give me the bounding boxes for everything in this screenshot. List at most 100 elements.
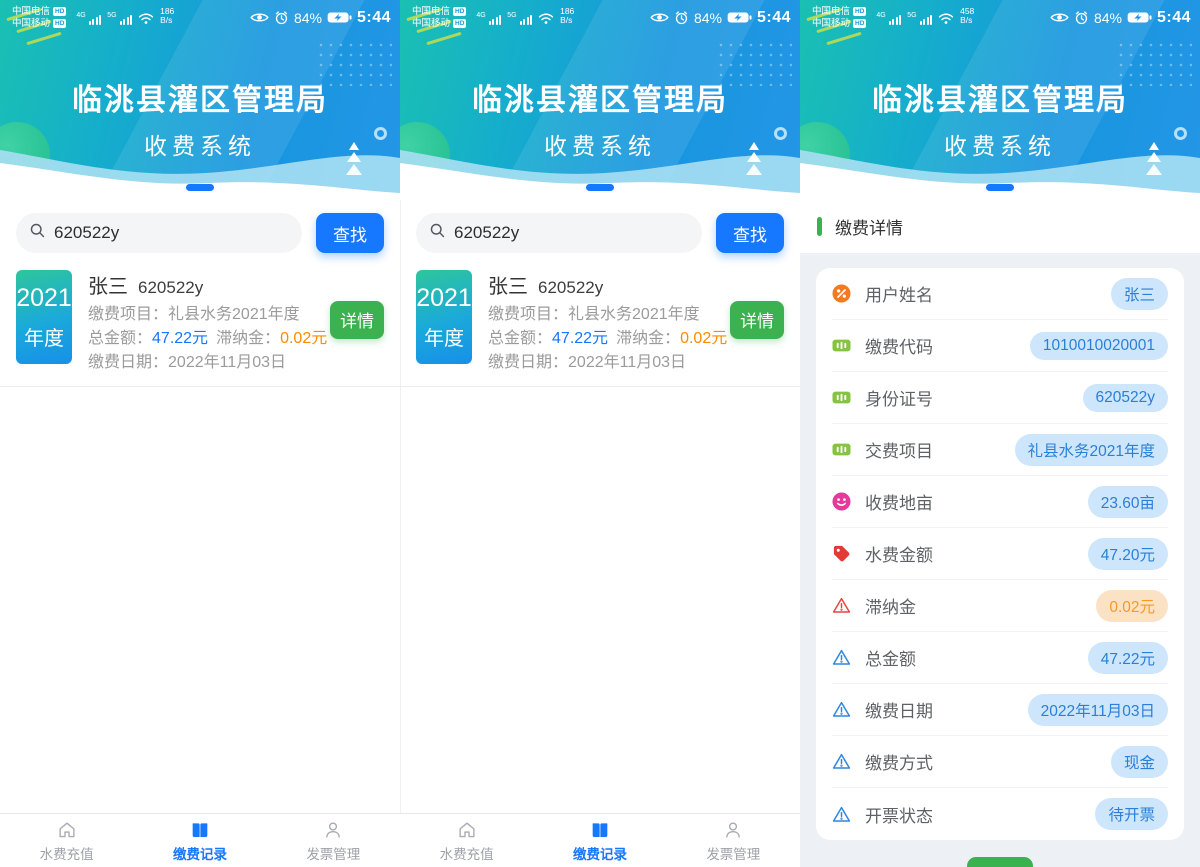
smiley-icon [832,492,851,511]
percent-icon [832,284,851,303]
carrier-info: 中国电信 HD 中国移动 HD [412,6,466,29]
search-input[interactable] [416,213,702,253]
warning-blue-icon [832,648,851,667]
partial-action-button[interactable] [967,857,1033,867]
status-bar: 中国电信 HD 中国移动 HD 4G 5G [12,6,391,29]
decor-ring-icon [774,127,787,140]
detail-button[interactable]: 详情 [330,301,384,339]
user-name: 张三 [488,270,528,299]
nav-label: 水费充值 [440,843,494,863]
status-right-cluster: 84% 5:44 [1050,9,1191,27]
eye-icon [650,11,669,24]
status-bar: 中国电信 HD 中国移动 HD 4G 5G [812,6,1191,29]
page-indicator [186,184,214,191]
battery-charging-icon [727,11,752,24]
search-input[interactable] [16,213,302,253]
value-pill: 1010010020001 [1030,332,1168,360]
app-title: 临洮县灌区管理局 [0,75,400,119]
year-badge: 2021 年度 [16,270,72,364]
home-icon [56,819,78,841]
tab-water-recharge[interactable]: 水费充值 [0,814,133,867]
alarm-clock-icon [274,10,289,25]
record-date-line: 缴费日期：2022年11月03日 [88,354,327,371]
detail-row-label: 滞纳金 [865,593,916,618]
carrier-name-2: 中国移动 [412,18,450,30]
net-speed-unit: B/s [560,15,572,25]
hd-badge-icon: HD [453,19,466,28]
detail-row: 用户姓名 张三 [832,268,1168,320]
payment-record-card[interactable]: 2021 年度 张三 620522y 缴费项目：礼县水务2021年度 总金额：4… [0,253,400,386]
bank-card-icon [832,388,851,407]
battery-percent: 84% [694,10,722,26]
clock-time: 5:44 [1157,9,1191,27]
panel-payment-list-1: 中国电信 HD 中国移动 HD 4G 5G [0,0,400,867]
battery-charging-icon [327,11,352,24]
signal-bars-icon [920,15,933,25]
value-pill: 现金 [1111,746,1168,778]
total-value: 47.22元 [552,330,608,347]
network-indicators: 4G 5G 186 B/s [474,7,574,28]
carrier-name-2: 中国移动 [12,18,50,30]
decor-arrows-icon [741,140,767,175]
clock-time: 5:44 [757,9,791,27]
tab-payment-records[interactable]: 缴费记录 [533,814,666,867]
wifi-icon [536,12,556,25]
search-row: 查找 [0,200,400,253]
search-button[interactable]: 查找 [316,213,384,253]
alarm-clock-icon [1074,10,1089,25]
battery-percent: 84% [294,10,322,26]
search-button[interactable]: 查找 [716,213,784,253]
user-code: 620522y [538,278,603,298]
signal-bars-icon [889,15,902,25]
year-badge: 2021 年度 [416,270,472,364]
detail-row: 身份证号 620522y [832,372,1168,424]
detail-row: 总金额 47.22元 [832,632,1168,684]
app-header: 中国电信 HD 中国移动 HD 4G 5G [800,0,1200,200]
late-fee-label: 滞纳金： [216,330,280,347]
user-code: 620522y [138,278,203,298]
bank-card-icon [832,440,851,459]
detail-row: 缴费代码 1010010020001 [832,320,1168,372]
tab-invoice-management[interactable]: 发票管理 [267,814,400,867]
hd-badge-icon: HD [853,19,866,28]
payment-record-card[interactable]: 2021 年度 张三 620522y 缴费项目：礼县水务2021年度 总金额：4… [400,253,800,386]
net-speed-unit: B/s [160,15,172,25]
value-pill: 47.22元 [1088,642,1168,674]
detail-row: 开票状态 待开票 [832,788,1168,840]
record-amount-line: 总金额：47.22元滞纳金：0.02元 [488,330,727,347]
total-label: 总金额： [488,330,552,347]
warning-red-icon [832,596,851,615]
search-field[interactable] [54,223,289,243]
person-icon [322,819,344,841]
detail-row-label: 收费地亩 [865,489,933,514]
decor-ring-icon [374,127,387,140]
value-pill: 礼县水务2021年度 [1015,434,1168,466]
battery-charging-icon [1127,11,1152,24]
decor-arrows-icon [341,140,367,175]
record-date-line: 缴费日期：2022年11月03日 [488,354,727,371]
wifi-icon [136,12,156,25]
year-badge-suffix: 年度 [424,322,464,351]
detail-row-label: 缴费方式 [865,749,933,774]
date-value: 2022年11月03日 [568,354,686,371]
detail-button[interactable]: 详情 [730,301,784,339]
divider [0,386,400,387]
tab-water-recharge[interactable]: 水费充值 [400,814,533,867]
tab-payment-records[interactable]: 缴费记录 [133,814,266,867]
tab-invoice-management[interactable]: 发票管理 [667,814,800,867]
late-fee-value: 0.02元 [280,330,327,347]
wifi-icon [936,12,956,25]
search-field[interactable] [454,223,689,243]
network-indicators: 4G 5G 458 B/s [874,7,974,28]
person-icon [722,819,744,841]
bank-card-icon [832,336,851,355]
record-project-line: 缴费项目：礼县水务2021年度 [88,306,327,323]
detail-row-label: 交费项目 [865,437,933,462]
net-4g-label: 4G [76,12,85,19]
carrier-name-1: 中国电信 [412,6,450,18]
net-5g-label: 5G [507,12,516,19]
status-right-cluster: 84% 5:44 [650,9,791,27]
detail-row-label: 缴费代码 [865,333,933,358]
late-fee-value: 0.02元 [680,330,727,347]
project-label: 缴费项目： [88,306,168,323]
